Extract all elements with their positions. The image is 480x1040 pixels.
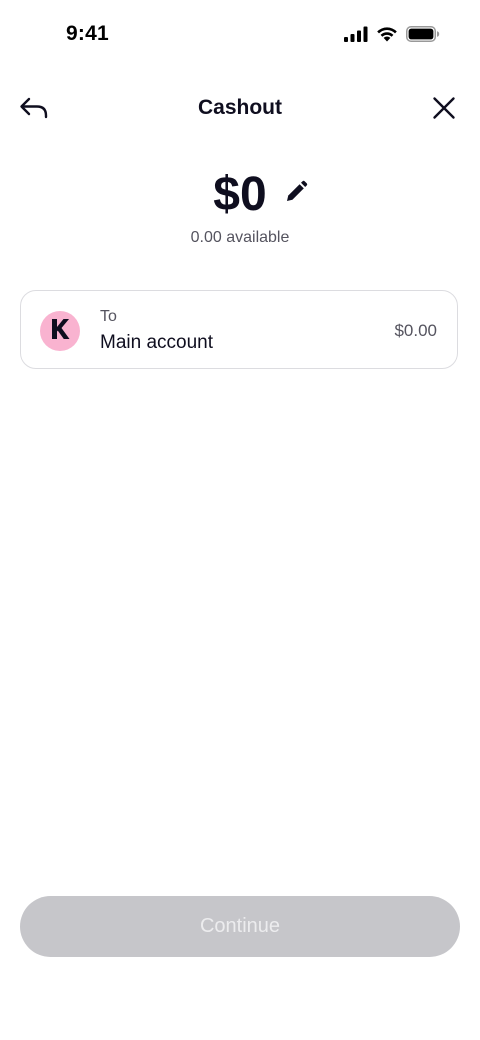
pencil-icon <box>284 180 308 209</box>
destination-account-name: Main account <box>100 332 214 353</box>
header: Cashout <box>0 84 480 134</box>
cellular-signal-icon <box>344 26 368 47</box>
wifi-icon <box>376 26 398 47</box>
k-logo-icon <box>50 318 70 345</box>
account-avatar <box>40 311 80 351</box>
close-button[interactable] <box>426 92 462 128</box>
destination-account-card[interactable]: To Main account $0.00 <box>20 290 458 369</box>
edit-amount-button[interactable] <box>282 180 310 208</box>
page-title: Cashout <box>198 96 282 119</box>
destination-label: To <box>100 308 117 325</box>
amount-value[interactable]: $0 <box>213 166 266 224</box>
status-icons <box>344 26 440 47</box>
status-bar: 9:41 <box>0 0 480 72</box>
amount-row: $0 <box>0 166 480 224</box>
status-time: 9:41 <box>66 22 109 45</box>
destination-balance: $0.00 <box>394 321 437 340</box>
continue-label: Continue <box>199 915 281 937</box>
available-balance: 0.00 available <box>190 229 290 246</box>
cashout-screen: 9:41 Cashout $0 0.00 available To Main a… <box>0 0 480 1040</box>
close-icon <box>432 96 456 125</box>
continue-button[interactable]: Continue <box>20 896 460 957</box>
battery-icon <box>406 26 440 47</box>
